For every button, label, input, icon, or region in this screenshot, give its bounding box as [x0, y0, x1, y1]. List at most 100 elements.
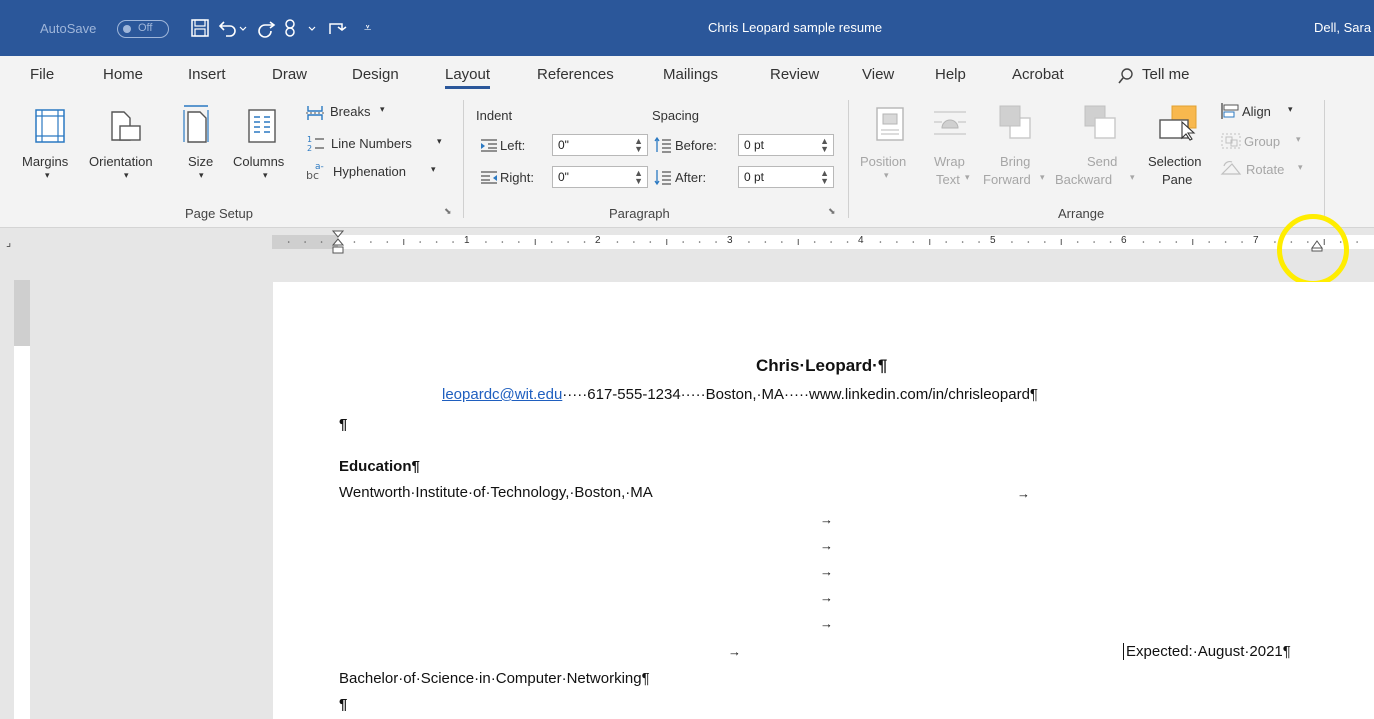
tab-selector-icon[interactable]: ⌟ [6, 236, 11, 249]
spacing-after-spinner[interactable]: 0 pt ▲ ▼ [738, 166, 834, 188]
tab-layout[interactable]: Layout [445, 66, 491, 89]
chevron-down-icon: ▾ [965, 172, 970, 182]
ruler-number: 4 [858, 235, 864, 246]
tab-draw[interactable]: Draw [272, 66, 307, 83]
selection-pane-button-line2[interactable]: Pane [1162, 172, 1192, 187]
line-numbers-button[interactable]: Line Numbers [331, 136, 412, 151]
format-painter-icon[interactable] [282, 18, 318, 38]
svg-text:2: 2 [307, 144, 312, 152]
bring-forward-button-line2[interactable]: Forward [983, 172, 1031, 187]
contact-rest: ·····617-555-1234·····Boston,·MA·····www… [562, 386, 1038, 403]
indent-left-spinner[interactable]: 0" ▲ ▼ [552, 134, 648, 156]
tab-insert[interactable]: Insert [188, 66, 226, 83]
vertical-ruler[interactable] [14, 280, 30, 719]
redo-icon[interactable] [256, 18, 278, 38]
tab-help[interactable]: Help [935, 66, 966, 83]
spacing-after-label: After: [675, 170, 707, 185]
tab-home[interactable]: Home [103, 66, 143, 83]
columns-button[interactable]: Columns [233, 154, 284, 169]
degree-line: Bachelor·of·Science·in·Computer·Networki… [339, 670, 650, 687]
spacing-before-icon [654, 136, 671, 153]
indent-label: Indent [476, 108, 513, 123]
hyphenation-icon: bca- [306, 162, 324, 181]
page-setup-launcher-icon[interactable]: ⬊ [444, 206, 452, 217]
touch-mode-icon[interactable] [326, 18, 348, 38]
bring-forward-button[interactable]: Bring [1000, 154, 1030, 169]
wrap-text-icon [934, 111, 966, 135]
page-setup-group-label: Page Setup [185, 206, 253, 221]
education-heading: Education¶ [339, 458, 420, 475]
align-button[interactable]: Align [1242, 104, 1271, 119]
send-backward-button-line2[interactable]: Backward [1055, 172, 1112, 187]
resume-name: Chris·Leopard·¶ [756, 356, 888, 375]
selection-pane-button[interactable]: Selection [1148, 154, 1201, 169]
chevron-down-icon: ▾ [263, 170, 268, 180]
orientation-button[interactable]: Orientation [89, 154, 153, 169]
send-backward-icon [1084, 105, 1116, 139]
group-divider [463, 100, 464, 218]
orientation-icon [111, 111, 141, 141]
paragraph-group-label: Paragraph [609, 206, 670, 221]
position-icon [876, 107, 904, 141]
tab-mark: → [820, 564, 833, 579]
tab-design[interactable]: Design [352, 66, 399, 83]
text-cursor: Expected:·August·2021¶ [1123, 643, 1291, 660]
chevron-down-icon: ▾ [431, 164, 436, 174]
spinner-arrows-icon[interactable]: ▲ ▼ [820, 137, 829, 154]
hyphenation-button[interactable]: Hyphenation [333, 164, 406, 179]
breaks-button[interactable]: Breaks [330, 104, 370, 119]
tab-mark: → [820, 616, 833, 631]
tab-mark: → [1017, 486, 1030, 501]
empty-paragraph-mark: ¶ [339, 696, 348, 713]
autosave-state: Off [138, 22, 153, 34]
tab-view[interactable]: View [862, 66, 894, 83]
indent-marker-icon[interactable] [332, 230, 344, 258]
undo-icon[interactable] [218, 18, 248, 38]
spacing-after-icon [654, 170, 671, 186]
horizontal-ruler[interactable] [272, 235, 1374, 249]
document-page[interactable]: Chris·Leopard·¶ leopardc@wit.edu·····617… [273, 282, 1374, 719]
tab-mailings[interactable]: Mailings [663, 66, 718, 83]
breaks-icon [306, 106, 324, 120]
empty-paragraph-mark: ¶ [339, 416, 348, 433]
chevron-down-icon: ▾ [1296, 134, 1301, 144]
autosave-label: AutoSave [40, 21, 97, 36]
spacing-before-value: 0 pt [744, 138, 765, 152]
ruler-ticks [287, 239, 1358, 245]
tell-me-box[interactable]: Tell me [1142, 66, 1190, 83]
save-icon[interactable] [190, 18, 210, 38]
lightbulb-search-icon[interactable] [1118, 68, 1134, 84]
size-icon [183, 105, 209, 143]
margins-button[interactable]: Margins [22, 154, 68, 169]
chevron-down-icon: ▾ [124, 170, 129, 180]
ruler-number: 5 [990, 235, 996, 246]
email-link[interactable]: leopardc@wit.edu [442, 386, 562, 403]
send-backward-button[interactable]: Send [1087, 154, 1117, 169]
indent-left-label: Left: [500, 138, 526, 153]
autosave-toggle[interactable]: Off [117, 20, 169, 38]
tab-review[interactable]: Review [770, 66, 819, 83]
user-name[interactable]: Dell, Sara [1314, 20, 1371, 35]
position-button[interactable]: Position [860, 154, 906, 169]
rotate-icon [1220, 160, 1242, 175]
spacing-label: Spacing [652, 108, 699, 123]
ruler-number: 6 [1121, 235, 1127, 246]
tab-file[interactable]: File [30, 66, 54, 83]
paragraph-launcher-icon[interactable]: ⬊ [828, 206, 836, 217]
spinner-arrows-icon[interactable]: ▲ ▼ [634, 169, 643, 186]
rotate-button[interactable]: Rotate [1246, 162, 1284, 177]
customize-qat-icon[interactable]: ⩡ [364, 20, 371, 36]
wrap-text-button-line2[interactable]: Text [936, 172, 960, 187]
group-button[interactable]: Group [1244, 134, 1280, 149]
spinner-arrows-icon[interactable]: ▲ ▼ [820, 169, 829, 186]
wrap-text-button[interactable]: Wrap [934, 154, 965, 169]
indent-right-spinner[interactable]: 0" ▲ ▼ [552, 166, 648, 188]
chevron-down-icon: ▾ [45, 170, 50, 180]
size-button[interactable]: Size [188, 154, 213, 169]
spacing-before-spinner[interactable]: 0 pt ▲ ▼ [738, 134, 834, 156]
spinner-arrows-icon[interactable]: ▲ ▼ [634, 137, 643, 154]
spacing-after-value: 0 pt [744, 170, 765, 184]
tab-references[interactable]: References [537, 66, 614, 83]
tab-acrobat[interactable]: Acrobat [1012, 66, 1064, 83]
align-icon [1221, 103, 1239, 119]
